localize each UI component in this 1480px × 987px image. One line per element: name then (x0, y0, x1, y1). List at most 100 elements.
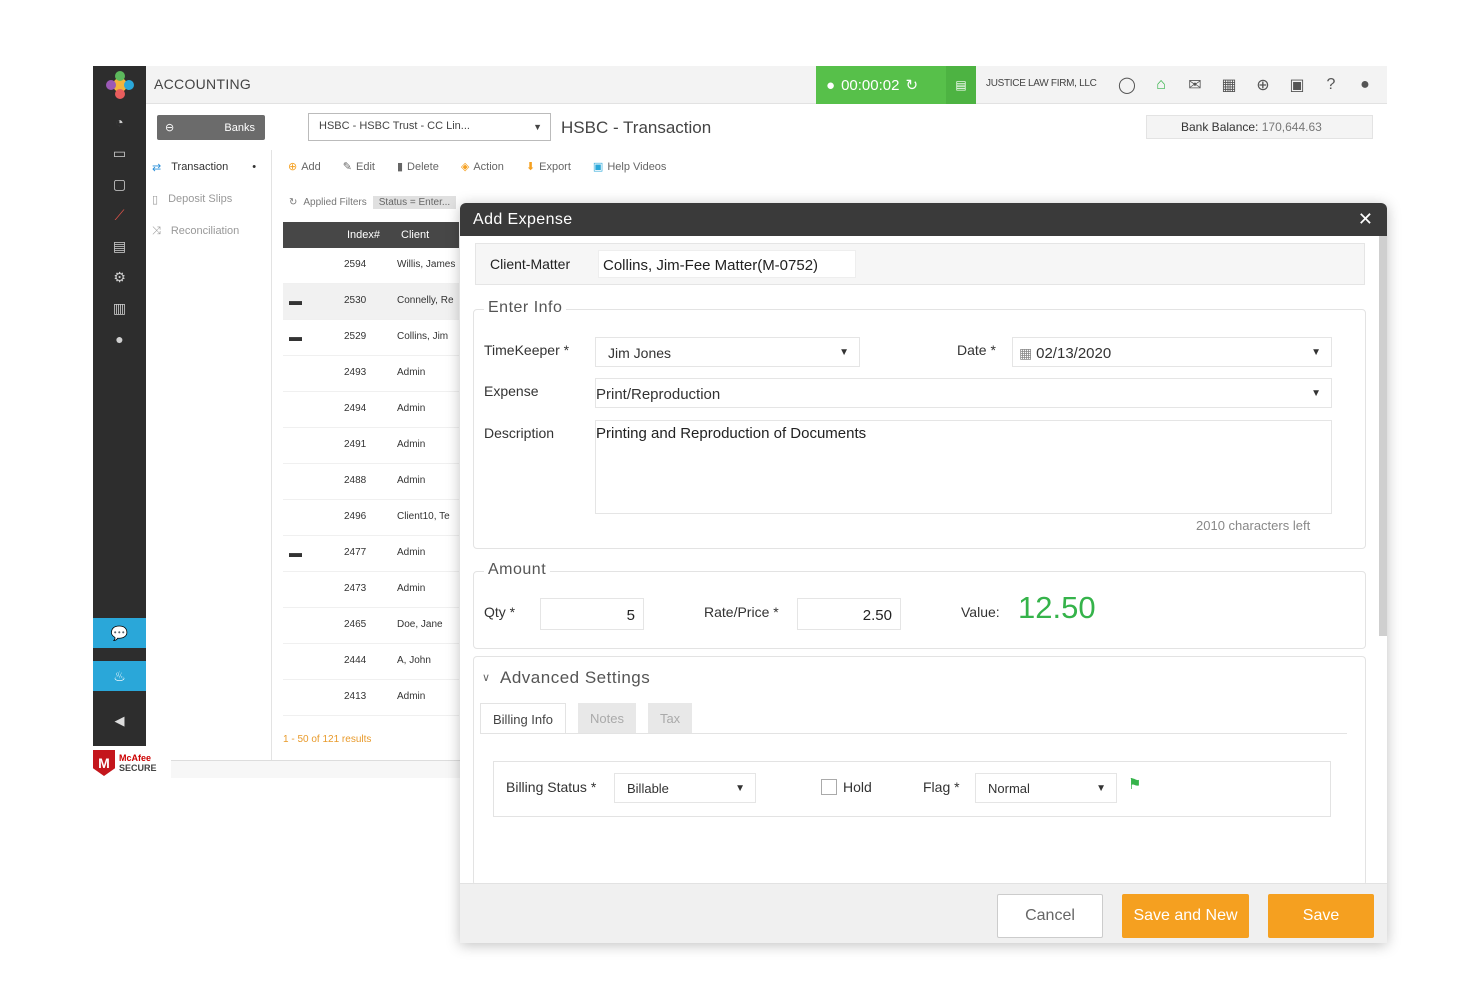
table-row[interactable]: 2491 Admin (283, 428, 459, 464)
row-client: Admin (397, 583, 426, 594)
calculator-icon[interactable]: ▦ (1218, 74, 1240, 96)
table-row[interactable]: 2444 A, John (283, 644, 459, 680)
save-and-new-button[interactable]: Save and New (1122, 894, 1249, 938)
flag-value: Normal (988, 781, 1030, 796)
bank-balance-value: 170,644.63 (1261, 120, 1322, 134)
help-videos-button[interactable]: ▣ Help Videos (593, 160, 667, 174)
table-row[interactable]: 2493 Admin (283, 356, 459, 392)
modal-scrollbar[interactable] (1379, 236, 1387, 636)
modal-title: Add Expense (473, 211, 573, 228)
megaphone-icon[interactable]: ◀ (93, 706, 146, 736)
timesheet-icon[interactable]: ▤ (946, 66, 976, 104)
client-matter-row: Client-Matter Collins, Jim-Fee Matter(M-… (475, 243, 1365, 285)
book-icon[interactable]: ▤ (93, 234, 146, 258)
billing-status-select[interactable]: Billable ▼ (614, 773, 756, 803)
delete-button[interactable]: ▮ Delete (396, 160, 439, 174)
qty-input[interactable]: 5 (540, 598, 644, 630)
filter-chip[interactable]: Status = Enter... (372, 195, 457, 209)
save-button[interactable]: Save (1268, 894, 1374, 938)
subnav-item-label: Deposit Slips (168, 193, 233, 205)
row-index: 2493 (344, 367, 367, 378)
collapse-chevron-icon[interactable]: ∨ (482, 671, 490, 684)
close-icon[interactable]: ✕ (1358, 209, 1373, 230)
flag-select[interactable]: Normal ▼ (975, 773, 1117, 803)
timekeeper-select[interactable]: Jim Jones ▼ (595, 337, 860, 367)
reports-icon[interactable]: ▥ (93, 296, 146, 320)
row-client: Willis, James (397, 259, 456, 270)
bullet-icon: • (252, 161, 257, 173)
table-row[interactable]: 2465 Doe, Jane (283, 608, 459, 644)
bank-icon[interactable]: ⌂ (1150, 74, 1172, 96)
dashboard-icon[interactable]: ◔ (93, 110, 146, 134)
qty-label: Qty * (484, 604, 516, 620)
amount-section: Amount Qty * 5 Rate/Price * 2.50 Value: … (473, 561, 1366, 649)
subnav-item-transaction[interactable]: ⇄ Transaction • (146, 152, 272, 182)
rate-price-label: Rate/Price * (704, 604, 779, 620)
firm-name[interactable]: JUSTICE LAW FIRM, LLC (986, 78, 1097, 89)
advanced-settings-legend[interactable]: Advanced Settings (500, 668, 650, 688)
calendar-icon[interactable]: ▦ (1019, 345, 1032, 361)
tab-tax[interactable]: Tax (647, 703, 693, 733)
row-client: Doe, Jane (397, 619, 443, 630)
table-row[interactable]: 2494 Admin (283, 392, 459, 428)
date-label: Date * (957, 342, 996, 358)
page-title: HSBC - Transaction (561, 118, 712, 137)
mcafee-badge[interactable]: M McAfee SECURE (93, 748, 171, 778)
hold-checkbox[interactable] (821, 779, 837, 795)
row-client: Admin (397, 547, 426, 558)
settings-icon[interactable]: ⚙ (93, 265, 146, 289)
client-matter-field[interactable]: Collins, Jim-Fee Matter(M-0752) (598, 250, 856, 278)
timer-widget[interactable]: ● 00:00:02 ↻ (816, 66, 946, 104)
accounting-chart-icon[interactable]: ⟋ (93, 203, 146, 227)
profile-icon[interactable]: ● (1354, 74, 1376, 96)
refresh-icon[interactable]: ↻ (289, 197, 297, 208)
subnav-item-reconciliation[interactable]: ⤨ Reconciliation (146, 216, 272, 246)
value-label: Value: (961, 604, 1000, 620)
table-row[interactable]: ▬ 2477 Admin (283, 536, 459, 572)
user-icon[interactable]: ● (93, 327, 146, 351)
bank-select[interactable]: HSBC - HSBC Trust - CC Lin... ▼ (308, 113, 551, 141)
folder-icon[interactable]: ▭ (93, 141, 146, 165)
description-textarea[interactable]: Printing and Reproduction of Documents (595, 420, 1332, 514)
film-icon[interactable]: ▣ (1286, 74, 1308, 96)
modal-footer: Cancel Save and New Save (460, 883, 1387, 943)
tab-billing-info[interactable]: Billing Info (480, 703, 566, 733)
add-button[interactable]: ⊕ Add (288, 160, 321, 174)
action-label: Action (473, 160, 504, 173)
chat-icon[interactable]: 💬 (93, 618, 146, 648)
row-index: 2529 (344, 331, 367, 342)
mcafee-line1: McAfee (119, 753, 152, 763)
monitor-icon[interactable]: ▢ (93, 172, 146, 196)
help-icon[interactable]: ? (1320, 74, 1342, 96)
table-row[interactable]: ▬ 2530 Connelly, Re (283, 284, 459, 320)
column-header-index[interactable]: Index# (347, 229, 380, 241)
app-logo-icon[interactable] (105, 70, 135, 100)
tab-notes[interactable]: Notes (577, 703, 636, 733)
edit-button[interactable]: ✎ Edit (343, 160, 375, 174)
trash-icon: ▮ (396, 161, 404, 173)
add-circle-icon[interactable]: ⊕ (1252, 74, 1274, 96)
timer-reset-icon[interactable]: ↻ (905, 76, 918, 94)
table-row[interactable]: 2473 Admin (283, 572, 459, 608)
export-button[interactable]: ⬇ Export (526, 160, 571, 174)
subnav-item-deposit-slips[interactable]: ▯ Deposit Slips (146, 184, 272, 214)
column-header-client[interactable]: Client (401, 229, 429, 241)
timer-play-icon[interactable]: ● (826, 77, 835, 94)
table-row[interactable]: ▬ 2529 Collins, Jim (283, 320, 459, 356)
subnav-item-label: Reconciliation (170, 225, 240, 237)
date-picker[interactable]: ▦ 02/13/2020 ▼ (1012, 337, 1332, 367)
rate-price-input[interactable]: 2.50 (797, 598, 901, 630)
table-row[interactable]: 2488 Admin (283, 464, 459, 500)
fire-icon[interactable]: ♨ (93, 661, 146, 691)
cancel-button[interactable]: Cancel (997, 894, 1103, 938)
table-row[interactable]: 2413 Admin (283, 680, 459, 716)
hold-label: Hold (843, 779, 872, 795)
table-row[interactable]: 2594 Willis, James (283, 248, 459, 284)
expense-select[interactable]: Print/Reproduction ▼ (595, 378, 1332, 408)
mail-icon[interactable]: ✉ (1184, 74, 1206, 96)
table-row[interactable]: 2496 Client10, Te (283, 500, 459, 536)
comment-icon[interactable]: ◯ (1116, 74, 1138, 96)
card-icon: ▬ (289, 329, 302, 344)
action-button[interactable]: ◈ Action (461, 160, 504, 174)
banks-button[interactable]: ⊖ Banks (157, 115, 265, 140)
